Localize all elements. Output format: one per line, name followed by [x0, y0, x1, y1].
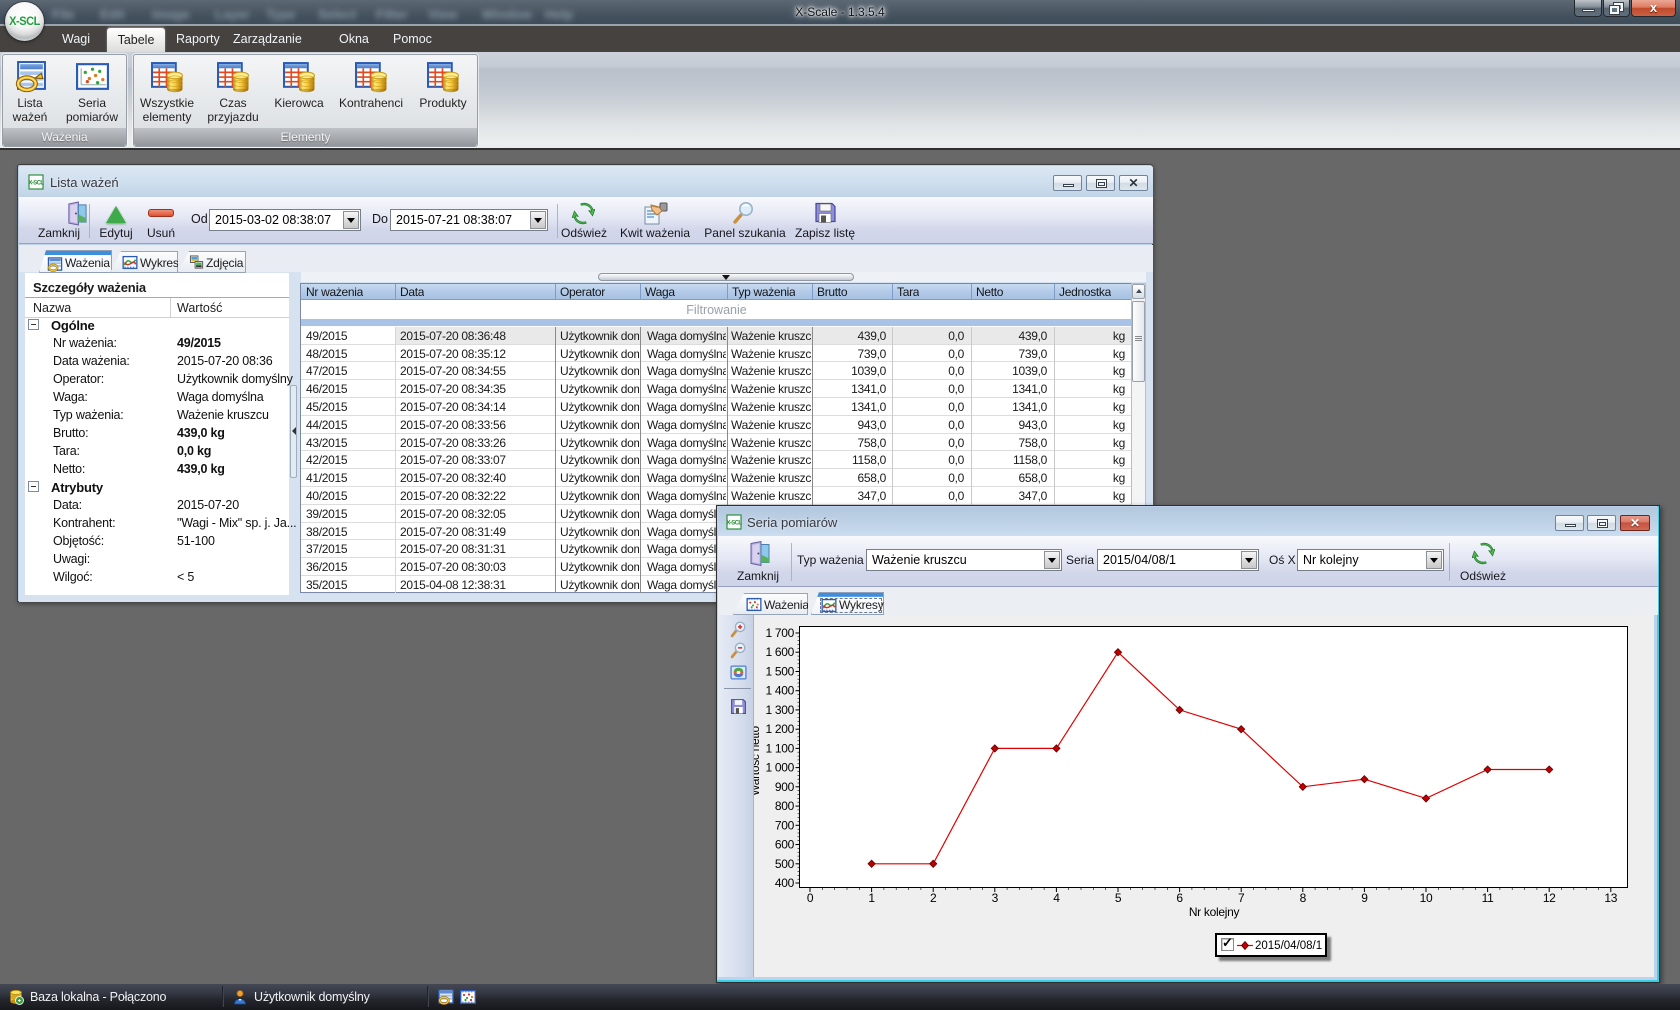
- svg-text:10: 10: [1420, 891, 1433, 905]
- svg-text:1 700: 1 700: [765, 626, 794, 640]
- svg-text:800: 800: [775, 799, 795, 813]
- svg-text:13: 13: [1604, 891, 1617, 905]
- svg-text:600: 600: [775, 838, 795, 852]
- svg-text:5: 5: [1115, 891, 1122, 905]
- svg-text:4: 4: [1053, 891, 1060, 905]
- svg-text:3: 3: [992, 891, 999, 905]
- svg-text:12: 12: [1543, 891, 1556, 905]
- svg-text:1 500: 1 500: [765, 665, 794, 679]
- svg-text:9: 9: [1361, 891, 1368, 905]
- svg-text:11: 11: [1482, 891, 1494, 905]
- svg-text:900: 900: [775, 780, 795, 794]
- svg-text:400: 400: [775, 876, 795, 890]
- svg-text:7: 7: [1238, 891, 1245, 905]
- svg-text:Wartość netto: Wartość netto: [754, 726, 762, 796]
- svg-text:2: 2: [930, 891, 937, 905]
- svg-text:500: 500: [775, 857, 795, 871]
- svg-text:1 000: 1 000: [765, 761, 794, 775]
- svg-text:8: 8: [1300, 891, 1307, 905]
- svg-text:1: 1: [868, 891, 875, 905]
- svg-text:1 200: 1 200: [765, 722, 794, 736]
- svg-text:1 400: 1 400: [765, 684, 794, 698]
- svg-text:1 600: 1 600: [765, 645, 794, 659]
- svg-text:Nr kolejny: Nr kolejny: [1189, 905, 1240, 919]
- svg-text:1 100: 1 100: [765, 741, 794, 755]
- svg-text:1 300: 1 300: [765, 703, 794, 717]
- svg-text:0: 0: [807, 891, 814, 905]
- svg-text:6: 6: [1176, 891, 1183, 905]
- svg-text:700: 700: [775, 818, 795, 832]
